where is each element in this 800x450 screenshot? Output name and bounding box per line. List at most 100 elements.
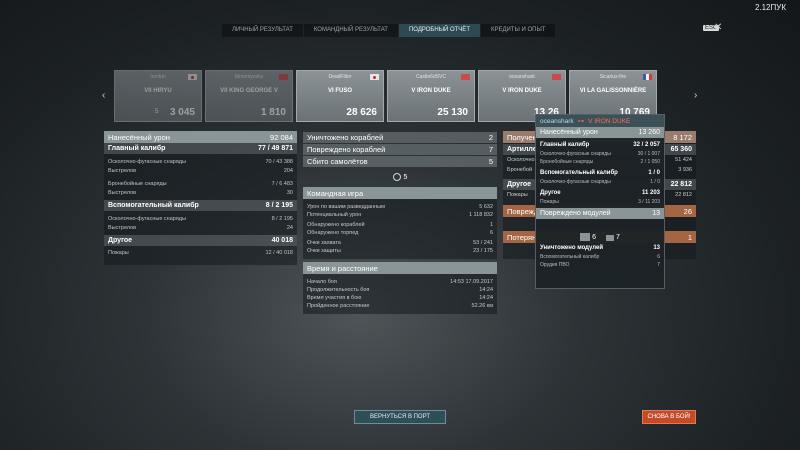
losses-value: 1 — [687, 232, 692, 242]
stat-label: Обнаружено кораблей — [307, 222, 365, 228]
carousel-next-icon[interactable]: › — [694, 90, 697, 101]
damage-dealt-label: Нанесённый урон — [108, 132, 170, 142]
stat-row: Главный калибр 32 / 2 057 — [536, 140, 664, 150]
stat-row: Начало боя 14:53 17.09.2017 — [303, 278, 497, 286]
stat-label: Осколочно-фугасные снаряды — [540, 179, 611, 185]
turret-icon: 6 — [580, 233, 596, 241]
stat-label: Урон по вашим разведданным — [307, 204, 385, 210]
damage-value: 3 045 — [169, 107, 195, 118]
stat-row: Выстрелов 30 — [104, 188, 297, 197]
stat-label: Осколочно-фугасные снаряды — [540, 151, 611, 157]
stat-value: 12 / 40 018 — [265, 249, 293, 256]
stat-value: 204 — [283, 167, 293, 174]
stat-value: 3 936 — [678, 167, 692, 173]
tab-team-result[interactable]: КОМАНДНЫЙ РЕЗУЛЬТАТ — [303, 24, 398, 37]
ships-damaged-by-label: Поврежд — [507, 206, 539, 216]
stat-value: 13 — [653, 245, 660, 251]
stat-label: Уничтожено модулей — [540, 245, 604, 251]
stat-value: 2 / 1 050 — [640, 159, 660, 165]
ship-class-icon: ⊶ — [577, 118, 585, 125]
ship-card[interactable]: Morentynsky VII KING GEORGE V 1 810 — [205, 70, 293, 122]
stat-row: Пройденное расстояние 52.26 км — [303, 302, 497, 310]
stat-label: Вспомогательный калибр — [540, 254, 600, 260]
stat-row: Потенциальный урон 1 118 832 — [303, 211, 497, 219]
stat-value: 13 — [652, 210, 660, 217]
stat-label: Осколочно-фугасные снаряды — [108, 215, 186, 222]
stat-value: 23 / 175 — [473, 248, 493, 254]
damage-received-label: Получен — [507, 132, 537, 142]
artillery-value: 65 360 — [670, 146, 692, 153]
stat-row: Пожары 3 / 11 203 — [536, 198, 664, 206]
ships-summary: Уничтожено кораблей 2 Повреждено корабле… — [303, 132, 497, 186]
ship-card[interactable]: DeadFilter VI FUSO 28 626 — [296, 70, 384, 122]
stat-label: Начало боя — [307, 279, 337, 285]
stat-label: Осколочно — [507, 157, 535, 163]
damage-value: 1 810 — [260, 107, 286, 118]
tooltip-dealt-row: Нанесённый урон 13 260 — [536, 127, 664, 138]
stat-label: Очки защиты — [307, 248, 341, 254]
stat-row: Бронебойные снаряды 2 / 1 050 — [536, 158, 664, 166]
losses-label: Потерян — [507, 232, 537, 242]
stat-value: 1 — [489, 222, 493, 228]
game-version: 2.12ПУК — [754, 3, 786, 12]
stat-value: 32 / 2 057 — [633, 142, 660, 148]
stat-value: 1 / 0 — [648, 170, 660, 176]
tooltip-title: oceanshark ⊶ V IRON DUKE — [536, 115, 664, 127]
team-play-title: Командная игра — [303, 187, 497, 199]
stat-value: 14:24 — [479, 295, 493, 301]
stat-value: 30 — [286, 189, 293, 196]
stat-row: Осколочно-фугасные снаряды 8 / 2 195 — [104, 214, 297, 223]
stat-label: Выстрелов — [108, 189, 137, 196]
stat-row: Время участия в бою 14:24 — [303, 294, 497, 302]
stat-value: 1 / 0 — [650, 179, 660, 185]
carousel-prev-icon[interactable]: ‹ — [102, 90, 105, 101]
stat-label: Бронебойные снаряды — [108, 180, 167, 187]
stat-label: Пожары — [540, 199, 559, 205]
crosshair-icon — [392, 173, 401, 181]
other-received-label: Другое — [507, 181, 532, 188]
stat-label: Выстрелов — [108, 224, 137, 231]
stat-row: Бронебойные снаряды 7 / 6 483 — [104, 179, 297, 188]
ships-damaged-row: Повреждено кораблей 7 — [303, 144, 497, 155]
stat-row: Осколочно-фугасные снаряды 70 / 43 388 — [104, 157, 297, 166]
ship-card[interactable]: Ironfun VII HIRYU 5 3 045 — [114, 70, 202, 122]
stat-label: Повреждено модулей — [540, 210, 611, 217]
damage-dealt-value: 92 084 — [270, 132, 293, 142]
stat-row: Осколочно-фугасные снаряды 30 / 1 007 — [536, 150, 664, 158]
stat-label: Обнаружено торпед — [307, 230, 359, 236]
stat-label: Время участия в бою — [307, 295, 362, 301]
ships-damaged-by-value: 26 — [683, 206, 692, 216]
return-to-port-button[interactable]: ВЕРНУТЬСЯ В ПОРТ — [354, 410, 446, 424]
battle-again-button[interactable]: СНОВА В БОЙ! — [642, 410, 696, 424]
ship-name: VII HIRYU — [144, 88, 172, 94]
ships-damaged-label: Повреждено кораблей — [307, 145, 386, 154]
tab-credits-xp[interactable]: КРЕДИТЫ И ОПЫТ — [480, 24, 556, 37]
ship-detail-tooltip: oceanshark ⊶ V IRON DUKE Нанесённый урон… — [535, 114, 665, 289]
stat-label: Осколочно-фугасные снаряды — [108, 158, 186, 165]
stat-row: Продолжительность боя 14:24 — [303, 286, 497, 294]
stat-value: 7 — [657, 262, 660, 268]
player-name: Castle6dSVC — [415, 74, 446, 80]
main-battery-value: 77 / 49 871 — [257, 145, 293, 152]
player-name: Sicarius-fire — [599, 74, 627, 80]
main-battery-row: Главный калибр 77 / 49 871 — [104, 143, 297, 154]
capture-summary: 5 — [303, 168, 497, 186]
main-battery-label: Главный калибр — [108, 145, 166, 152]
other-damage-row: Другое 40 018 — [104, 235, 297, 246]
stat-label: Главный калибр — [540, 142, 590, 148]
stat-value: 6 — [489, 230, 493, 236]
tab-personal-result[interactable]: ЛИЧНЫЙ РЕЗУЛЬТАТ — [222, 24, 303, 37]
stat-row: Обнаружено кораблей 1 — [303, 221, 497, 229]
stat-value: 7 / 6 483 — [271, 180, 293, 187]
stat-row: Очки захвата 53 / 241 — [303, 239, 497, 247]
time-distance-title: Время и расстояние — [303, 262, 497, 274]
stat-value: 3 / 11 203 — [638, 199, 660, 205]
player-name: Morentynsky — [234, 74, 264, 80]
tab-detailed-report[interactable]: ПОДРОБНЫЙ ОТЧЁТ — [398, 24, 480, 37]
stat-value: 14:53 17.09.2017 — [450, 279, 493, 285]
other-damage-label: Другое — [108, 237, 133, 244]
ship-card[interactable]: Castle6dSVC V IRON DUKE 25 130 — [387, 70, 475, 122]
stat-row: Другое 11 203 — [536, 188, 664, 198]
secondary-battery-row: Вспомогательный калибр 8 / 2 195 — [104, 200, 297, 211]
close-icon[interactable]: ✕ — [714, 22, 722, 33]
